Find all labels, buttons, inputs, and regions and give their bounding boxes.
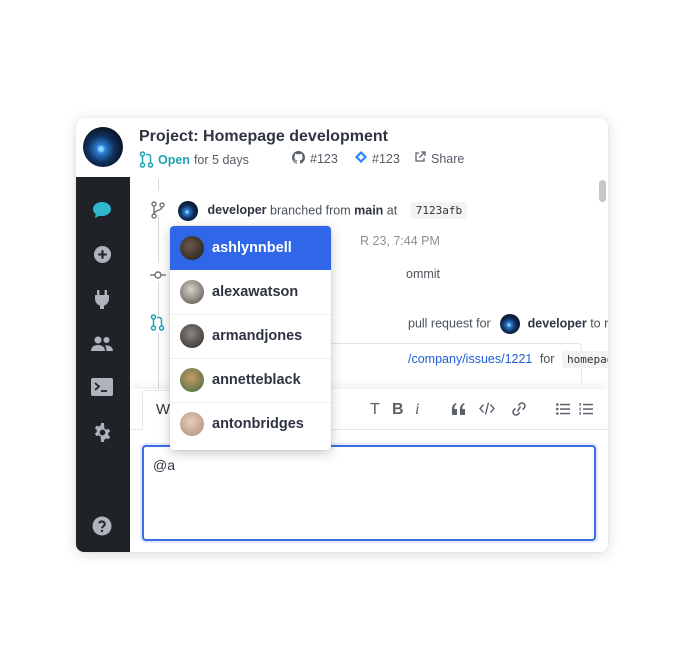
pull-request-icon <box>139 151 154 168</box>
issue-link[interactable]: /company/issues/1221 <box>408 352 532 366</box>
avatar <box>180 280 204 304</box>
avatar <box>180 236 204 260</box>
mention-name: alexawatson <box>212 284 299 300</box>
status-badge: Open <box>158 152 190 167</box>
issue-event: /company/issues/1221 for homepage ! <box>408 351 608 368</box>
link-icon[interactable] <box>511 402 527 416</box>
mention-option[interactable]: antonbridges <box>170 402 331 446</box>
timeline-line <box>158 281 159 315</box>
share-icon <box>414 151 426 166</box>
add-icon[interactable] <box>91 243 113 265</box>
timeline-line <box>158 179 159 191</box>
scrollbar[interactable] <box>599 180 606 202</box>
mention-name: armandjones <box>212 328 303 344</box>
jira-link[interactable]: #123 <box>355 151 400 166</box>
avatar <box>180 412 204 436</box>
users-icon[interactable] <box>91 333 113 355</box>
plug-icon[interactable] <box>91 288 113 310</box>
review-text: pull request for <box>408 316 491 331</box>
branch-icon <box>150 201 166 224</box>
gear-icon[interactable] <box>91 421 113 443</box>
status-duration: for 5 days <box>193 152 249 167</box>
mention-dropdown: ashlynnbell alexawatson armandjones anne… <box>170 226 331 450</box>
event-action: branched from <box>270 203 351 218</box>
bold-button[interactable]: B <box>392 401 404 419</box>
avatar <box>178 201 198 221</box>
project-avatar <box>83 127 123 167</box>
terminal-icon[interactable] <box>91 376 113 398</box>
text-size-button[interactable]: T <box>370 401 380 419</box>
github-icon <box>292 151 305 167</box>
comment-input[interactable]: @a <box>142 445 596 541</box>
page-title: Project: Homepage development <box>139 128 388 145</box>
commit-event: ommit <box>406 267 441 281</box>
bullet-list-icon[interactable] <box>556 403 570 415</box>
commit-icon <box>150 267 166 285</box>
mention-name: ashlynnbell <box>212 240 292 256</box>
branch-tag[interactable]: homepage <box>561 351 608 368</box>
github-link[interactable]: #123 <box>292 151 338 167</box>
commit-hash[interactable]: 7123afb <box>410 202 468 220</box>
mention-option[interactable]: armandjones <box>170 314 331 359</box>
jira-ref: #123 <box>372 151 400 166</box>
issue-for: for <box>539 352 555 366</box>
quote-icon[interactable] <box>452 403 466 415</box>
help-icon[interactable] <box>91 515 113 537</box>
code-icon[interactable] <box>479 402 495 415</box>
pull-request-card: Project: Homepage development Open for 5… <box>76 118 608 552</box>
event-timestamp: R 23, 7:44 PM <box>360 234 440 248</box>
italic-button[interactable]: i <box>415 401 419 419</box>
chat-icon[interactable] <box>91 199 113 221</box>
event-user[interactable]: developer <box>207 203 266 217</box>
mention-name: antonbridges <box>212 416 304 432</box>
mention-option[interactable]: alexawatson <box>170 270 331 315</box>
tab-write-label: W <box>156 401 171 418</box>
numbered-list-icon[interactable] <box>579 403 593 415</box>
share-button[interactable]: Share <box>414 151 464 166</box>
event-preposition: at <box>386 203 398 218</box>
jira-icon <box>355 151 367 166</box>
review-event: pull request for developer to review: <box>408 314 608 334</box>
mention-option[interactable]: annetteblack <box>170 358 331 403</box>
avatar <box>180 324 204 348</box>
pull-request-icon <box>150 314 165 336</box>
review-user[interactable]: developer <box>528 316 587 330</box>
event-branch[interactable]: main <box>354 203 383 217</box>
avatar <box>500 314 521 334</box>
avatar <box>180 368 204 392</box>
comment-input-value: @a <box>153 457 175 473</box>
card-header: Project: Homepage development Open for 5… <box>76 118 608 177</box>
github-ref: #123 <box>310 152 338 166</box>
status-row: Open for 5 days <box>139 151 249 168</box>
review-suffix: to review: <box>590 316 608 331</box>
timeline-line <box>158 333 159 389</box>
sidebar <box>76 177 130 552</box>
mention-name: annetteblack <box>212 372 301 388</box>
branch-event: developer branched from main at 7123afb <box>178 201 468 221</box>
share-label: Share <box>431 151 465 166</box>
mention-option[interactable]: ashlynnbell <box>170 226 331 270</box>
